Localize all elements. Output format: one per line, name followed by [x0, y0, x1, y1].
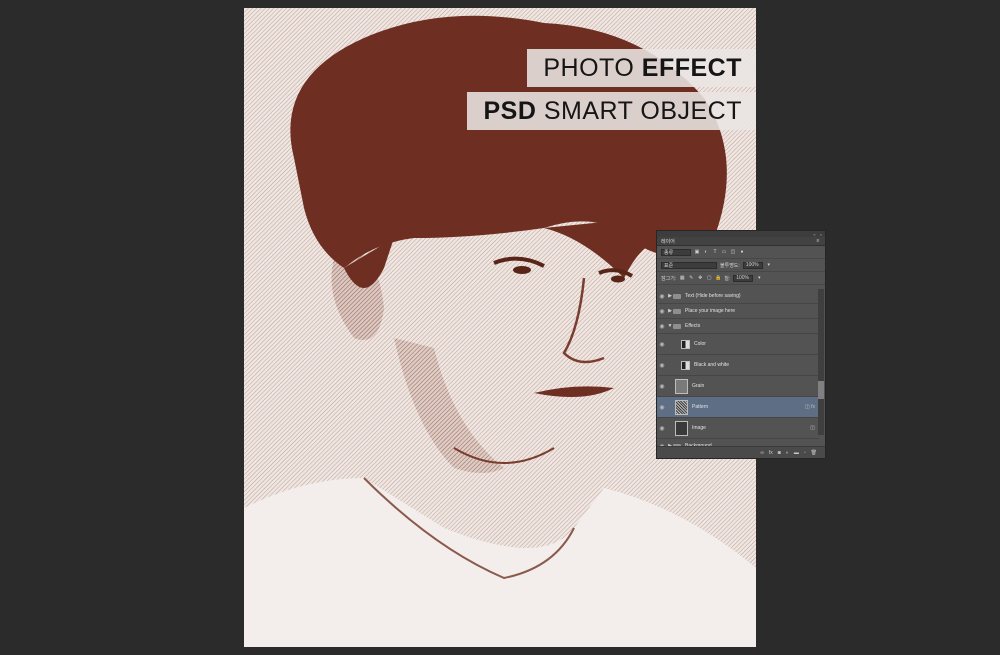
eye-icon[interactable]: ◉	[657, 425, 667, 432]
new-layer-icon[interactable]: ▫	[804, 450, 806, 456]
filter-row: 종류 ▣ ◐ T ▭ ◫ ●	[657, 246, 825, 259]
layer-row[interactable]: ◉ ▼ Effects	[657, 319, 819, 334]
folder-icon	[673, 323, 681, 329]
blend-mode-value: 표준	[664, 262, 674, 269]
layer-name: Place your image here	[685, 308, 736, 314]
close-icon[interactable]: ×	[820, 232, 822, 237]
layer-name: Effects	[685, 323, 701, 329]
fill-label: 칠:	[724, 275, 731, 282]
smart-filter-icon[interactable]: ◫	[730, 249, 736, 255]
layer-name: Image	[692, 425, 706, 431]
filter-kind-label: 종류	[664, 249, 674, 256]
collapse-icon[interactable]: «	[813, 232, 815, 237]
lock-transparent-icon[interactable]: ▦	[679, 275, 685, 281]
pixel-filter-icon[interactable]: ▣	[694, 249, 700, 255]
adjustment-thumbnail	[681, 339, 690, 349]
chevron-down-icon[interactable]: ▾	[756, 275, 762, 281]
lock-position-icon[interactable]: ✥	[697, 275, 703, 281]
shape-filter-icon[interactable]: ▭	[721, 249, 727, 255]
opacity-input[interactable]: 100%	[742, 261, 763, 269]
eye-icon[interactable]: ◉	[657, 362, 667, 369]
mask-icon[interactable]: ◙	[778, 450, 781, 456]
link-icon[interactable]: ∞	[760, 450, 764, 456]
eye-icon[interactable]: ◉	[657, 341, 667, 348]
folder-icon	[673, 293, 681, 299]
eye-icon[interactable]: ◉	[657, 404, 667, 411]
lock-pixels-icon[interactable]: ✎	[688, 275, 694, 281]
layers-panel: « × 레이어 ≡ 종류 ▣ ◐ T ▭ ◫ ● 표준 불투명도: 100% ▾…	[656, 230, 826, 459]
blend-mode-select[interactable]: 표준	[661, 261, 717, 269]
filter-kind-select[interactable]: 종류	[661, 248, 691, 256]
adjustment-filter-icon[interactable]: ◐	[703, 249, 709, 255]
lock-all-icon[interactable]: 🔒	[715, 275, 721, 281]
adjustment-icon[interactable]: ◐	[786, 450, 789, 456]
layer-list: ◉ ▶ Text (Hide before saving) ◉ ▶ Place …	[657, 289, 819, 454]
heading-line-1-light: PHOTO	[543, 54, 635, 82]
layer-row[interactable]: ◉ ▶ Text (Hide before saving)	[657, 289, 819, 304]
layer-row[interactable]: ◉ Grain	[657, 376, 819, 397]
layer-row[interactable]: ◉ Black and white	[657, 355, 819, 376]
layers-scrollbar[interactable]	[818, 289, 824, 435]
layer-row[interactable]: ◉ Color	[657, 334, 819, 355]
fill-input[interactable]: 100%	[733, 274, 754, 282]
heading-line-2-light: SMART OBJECT	[543, 97, 742, 125]
lock-row: 잠그기: ▦ ✎ ✥ ▢ 🔒 칠: 100% ▾	[657, 272, 825, 285]
blend-row: 표준 불투명도: 100% ▾	[657, 259, 825, 272]
folder-icon[interactable]: ▬	[794, 450, 799, 456]
filter-toggle-icon[interactable]: ●	[739, 249, 745, 255]
panel-tab-row: 레이어 ≡	[657, 237, 825, 246]
layer-name: Text (Hide before saving)	[685, 293, 741, 299]
panel-footer: ∞ fx ◙ ◐ ▬ ▫ 🗑	[657, 446, 825, 458]
heading-line-1-bold: EFFECT	[641, 54, 742, 82]
eye-icon[interactable]: ◉	[657, 293, 667, 300]
trash-icon[interactable]: 🗑	[811, 450, 817, 456]
eye-icon[interactable]: ◉	[657, 308, 667, 315]
layer-row[interactable]: ◉ ▶ Place your image here	[657, 304, 819, 319]
opacity-value: 100%	[745, 262, 759, 268]
layer-thumbnail	[675, 378, 688, 394]
panel-menu-icon[interactable]: ≡	[815, 238, 821, 244]
lock-artboard-icon[interactable]: ▢	[706, 275, 712, 281]
layer-name: Grain	[692, 383, 705, 389]
smart-object-icon: ◫	[810, 425, 815, 431]
layer-name: Color	[694, 341, 706, 347]
lock-label: 잠그기:	[661, 275, 677, 282]
layer-thumbnail	[675, 420, 688, 436]
folder-icon	[673, 308, 681, 314]
eye-icon[interactable]: ◉	[657, 383, 667, 390]
layer-name: Pattern	[692, 404, 709, 410]
chevron-down-icon[interactable]: ▾	[766, 262, 772, 268]
heading-line-2: PSD SMART OBJECT	[467, 92, 756, 130]
eye-icon[interactable]: ◉	[657, 323, 667, 330]
layer-row[interactable]: ◉ Image ◫	[657, 418, 819, 439]
heading-line-1: PHOTO EFFECT	[527, 49, 756, 87]
opacity-label: 불투명도:	[720, 262, 740, 269]
layer-row-selected[interactable]: ◉ Pattern ◫ fx	[657, 397, 819, 418]
tab-layers[interactable]: 레이어	[661, 238, 675, 245]
heading-line-2-bold: PSD	[483, 97, 537, 125]
smart-filter-icon[interactable]: ◫ fx	[805, 404, 815, 410]
fx-icon[interactable]: fx	[769, 450, 773, 456]
adjustment-thumbnail	[681, 360, 690, 370]
fill-value: 100%	[736, 275, 749, 281]
layer-thumbnail	[675, 399, 688, 415]
type-filter-icon[interactable]: T	[712, 249, 718, 255]
layer-name: Black and white	[694, 362, 730, 368]
